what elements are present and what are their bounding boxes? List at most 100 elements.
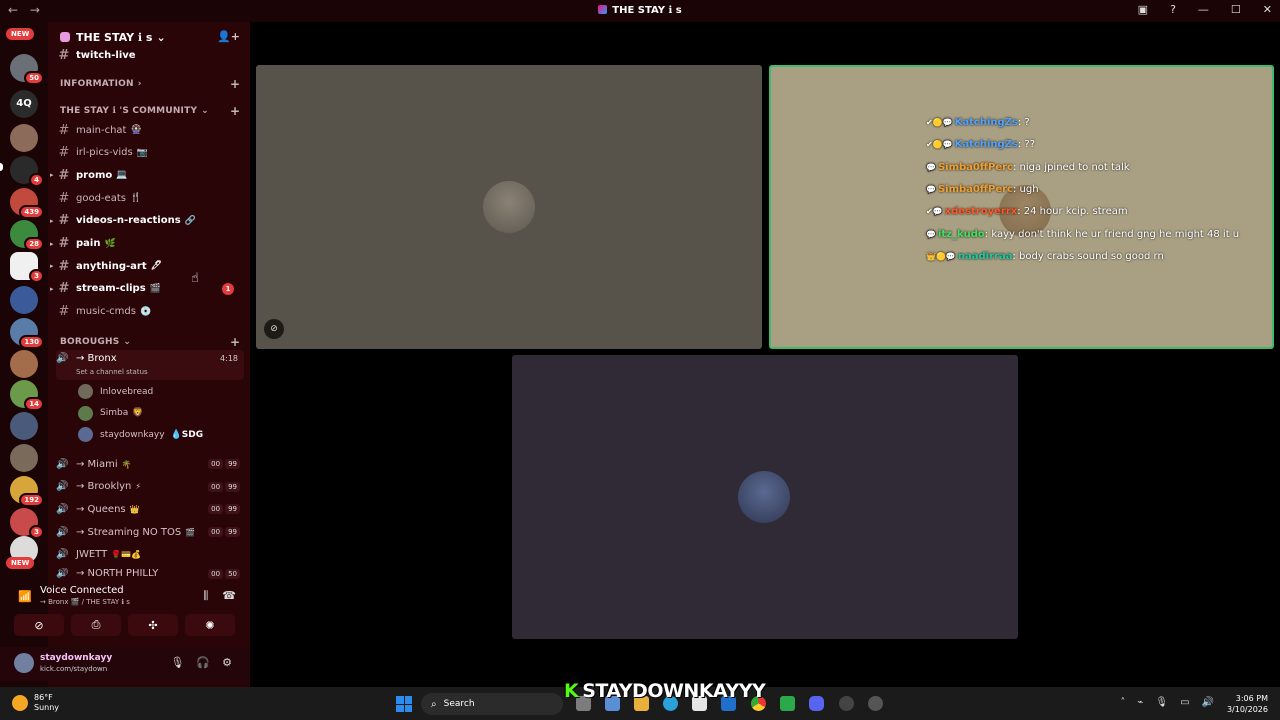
- invite-people-icon[interactable]: 👤+: [217, 30, 240, 43]
- member-name: Inlovebread: [100, 386, 154, 397]
- video-tile-simba[interactable]: ✔🟡💬 KatchingZs: ? ✔🟡💬 KatchingZs: ?? 💬 Simba0…: [769, 65, 1274, 349]
- voice-channel-name: → Bronx: [76, 353, 117, 364]
- category-information[interactable]: INFORMATION › +: [60, 77, 240, 91]
- add-channel-icon[interactable]: +: [230, 104, 240, 118]
- network-icon[interactable]: ⌁: [1137, 697, 1143, 708]
- display-icon[interactable]: ▭: [1180, 697, 1189, 708]
- chevron-down-icon: ⌄: [123, 337, 132, 347]
- avatar[interactable]: [14, 653, 34, 673]
- maximize-button[interactable]: ☐: [1231, 3, 1241, 16]
- chat-badges: 💬: [926, 162, 936, 172]
- screenshare-button[interactable]: ⎙: [71, 614, 121, 636]
- server-icon[interactable]: 4: [10, 156, 44, 187]
- category-label: THE STAY ℹ 'S COMMUNITY: [60, 106, 198, 116]
- camera-button[interactable]: ⊘: [14, 614, 64, 636]
- windows-start-icon[interactable]: [396, 696, 412, 712]
- chat-message: 💬 Simba0ffPerc: niga jpined to not talk: [926, 162, 1130, 173]
- voice-channel[interactable]: 🔊 → Brooklyn ⚡ 00 99: [56, 477, 244, 497]
- voice-channel[interactable]: 🔊 → Miami 🌴 00 99: [56, 454, 244, 474]
- channel-pain[interactable]: ▸ # pain 🌿: [50, 234, 244, 254]
- channel-name: music-cmds: [76, 306, 136, 318]
- server-icon[interactable]: [10, 350, 38, 378]
- microphone-icon[interactable]: 🎙: [170, 656, 184, 669]
- channel-irl-pics-vids[interactable]: # irl-pics-vids 📷: [56, 143, 244, 163]
- server-icon[interactable]: 3: [10, 508, 44, 539]
- unread-pip: [0, 163, 3, 171]
- soundboard-icon: ✺: [205, 618, 215, 632]
- server-icon[interactable]: [10, 444, 38, 472]
- add-channel-icon[interactable]: +: [230, 335, 240, 349]
- server-icon[interactable]: [10, 124, 38, 152]
- video-tile-staydownkayy[interactable]: [512, 355, 1018, 639]
- set-channel-status[interactable]: Set a channel status: [76, 368, 148, 376]
- app-icon[interactable]: [868, 696, 883, 711]
- channel-videos-n-reactions[interactable]: ▸ # videos-n-reactions 🔗: [50, 211, 244, 231]
- speaker-icon: 🔊: [56, 353, 69, 364]
- close-button[interactable]: ✕: [1263, 3, 1272, 16]
- channel-promo[interactable]: ▸ # promo 💻: [50, 165, 244, 185]
- server-icon[interactable]: 3: [10, 252, 44, 283]
- settings-gear-icon[interactable]: ⚙: [222, 656, 232, 669]
- headphones-icon[interactable]: 🎧: [196, 656, 210, 669]
- video-tile-inlovebread[interactable]: ⊘: [256, 65, 762, 349]
- add-channel-icon[interactable]: +: [230, 77, 240, 91]
- app-icon[interactable]: [780, 696, 795, 711]
- voice-channel[interactable]: 🔊 JWETT 🌹💳💰: [56, 545, 244, 565]
- obs-icon[interactable]: [839, 696, 854, 711]
- voice-channel-name: → Miami: [76, 458, 118, 470]
- taskbar-search[interactable]: ⌕ Search: [421, 693, 563, 715]
- category-community[interactable]: THE STAY ℹ 'S COMMUNITY ⌄ +: [60, 104, 240, 118]
- user-limit: 00 99: [208, 481, 240, 492]
- server-icon[interactable]: [10, 286, 38, 314]
- server-icon[interactable]: 439: [10, 188, 44, 219]
- voice-channel-bronx[interactable]: 🔊 → Bronx 4:18 Set a channel status: [56, 350, 244, 380]
- channel-stream-clips[interactable]: ▸ # stream-clips 🎬 1: [50, 279, 244, 299]
- channel-main-chat[interactable]: # main-chat 🎡: [56, 120, 244, 140]
- minimize-button[interactable]: —: [1198, 3, 1209, 16]
- voice-channel[interactable]: 🔊 → Queens 👑 00 99: [56, 499, 244, 519]
- help-icon[interactable]: ?: [1170, 3, 1176, 16]
- speaker-icon: 🔊: [56, 458, 69, 470]
- category-boroughs[interactable]: BOROUGHS ⌄ +: [60, 335, 240, 349]
- chevron-up-icon[interactable]: ˄: [1120, 697, 1125, 708]
- server-icon[interactable]: 28: [10, 220, 44, 251]
- mention-badge: 28: [24, 237, 44, 251]
- noise-suppression-icon[interactable]: ⫼: [203, 589, 208, 603]
- channel-good-eats[interactable]: # good-eats 🍴: [56, 188, 244, 208]
- weather-widget[interactable]: 86°F Sunny: [12, 693, 59, 713]
- volume-icon[interactable]: 🔊: [1202, 697, 1214, 708]
- discord-icon[interactable]: [809, 696, 824, 711]
- disconnect-icon[interactable]: ☎: [222, 589, 236, 603]
- server-icon[interactable]: 130: [10, 318, 44, 349]
- chat-message: ✔🟡💬 KatchingZs: ??: [926, 139, 1035, 150]
- voice-member[interactable]: Inlovebread: [78, 384, 153, 399]
- user-limit-value: 50: [225, 568, 240, 579]
- clock[interactable]: 3:06 PM 3/10/2026: [1227, 693, 1268, 715]
- voice-member[interactable]: Simba 🦁: [78, 405, 143, 421]
- voice-channel[interactable]: 🔊 → NORTH PHILLY 00 50: [56, 568, 244, 580]
- channel-name: irl-pics-vids: [76, 147, 133, 159]
- signal-icon: 📶: [18, 590, 32, 603]
- voice-member[interactable]: staydownkayy 💧SDG: [78, 427, 203, 442]
- soundboard-button[interactable]: ✺: [185, 614, 235, 636]
- user-limit: 00 50: [208, 568, 240, 579]
- activities-button[interactable]: ✣: [128, 614, 178, 636]
- server-icon[interactable]: [10, 412, 38, 440]
- channel-anything-art[interactable]: ▸ # anything-art 🖊: [50, 256, 244, 276]
- channel-twitch-live[interactable]: # twitch-live: [56, 45, 244, 65]
- server-icon[interactable]: 192: [10, 476, 44, 507]
- user-limit-value: 00: [208, 481, 224, 492]
- voice-channel[interactable]: 🔊 → Streaming NO TOS 🎬 00 99: [56, 522, 244, 542]
- avatar: [483, 181, 535, 233]
- channel-music-cmds[interactable]: # music-cmds 💿: [56, 302, 244, 322]
- activities-icon: ✣: [148, 618, 158, 632]
- microphone-icon[interactable]: 🎙: [1155, 697, 1168, 708]
- server-icon-4q[interactable]: 4Q: [10, 90, 38, 118]
- inbox-icon[interactable]: ▣: [1138, 3, 1148, 16]
- username: staydownkayy: [40, 653, 113, 663]
- server-icon[interactable]: 50: [10, 54, 44, 85]
- channel-emoji: 🎬: [149, 283, 161, 294]
- voice-connected-subtitle[interactable]: → Bronx 🎬 / THE STAY ℹ s: [40, 598, 130, 606]
- window-title-text: THE STAY ℹ s: [612, 5, 682, 16]
- server-icon[interactable]: 14: [10, 380, 44, 411]
